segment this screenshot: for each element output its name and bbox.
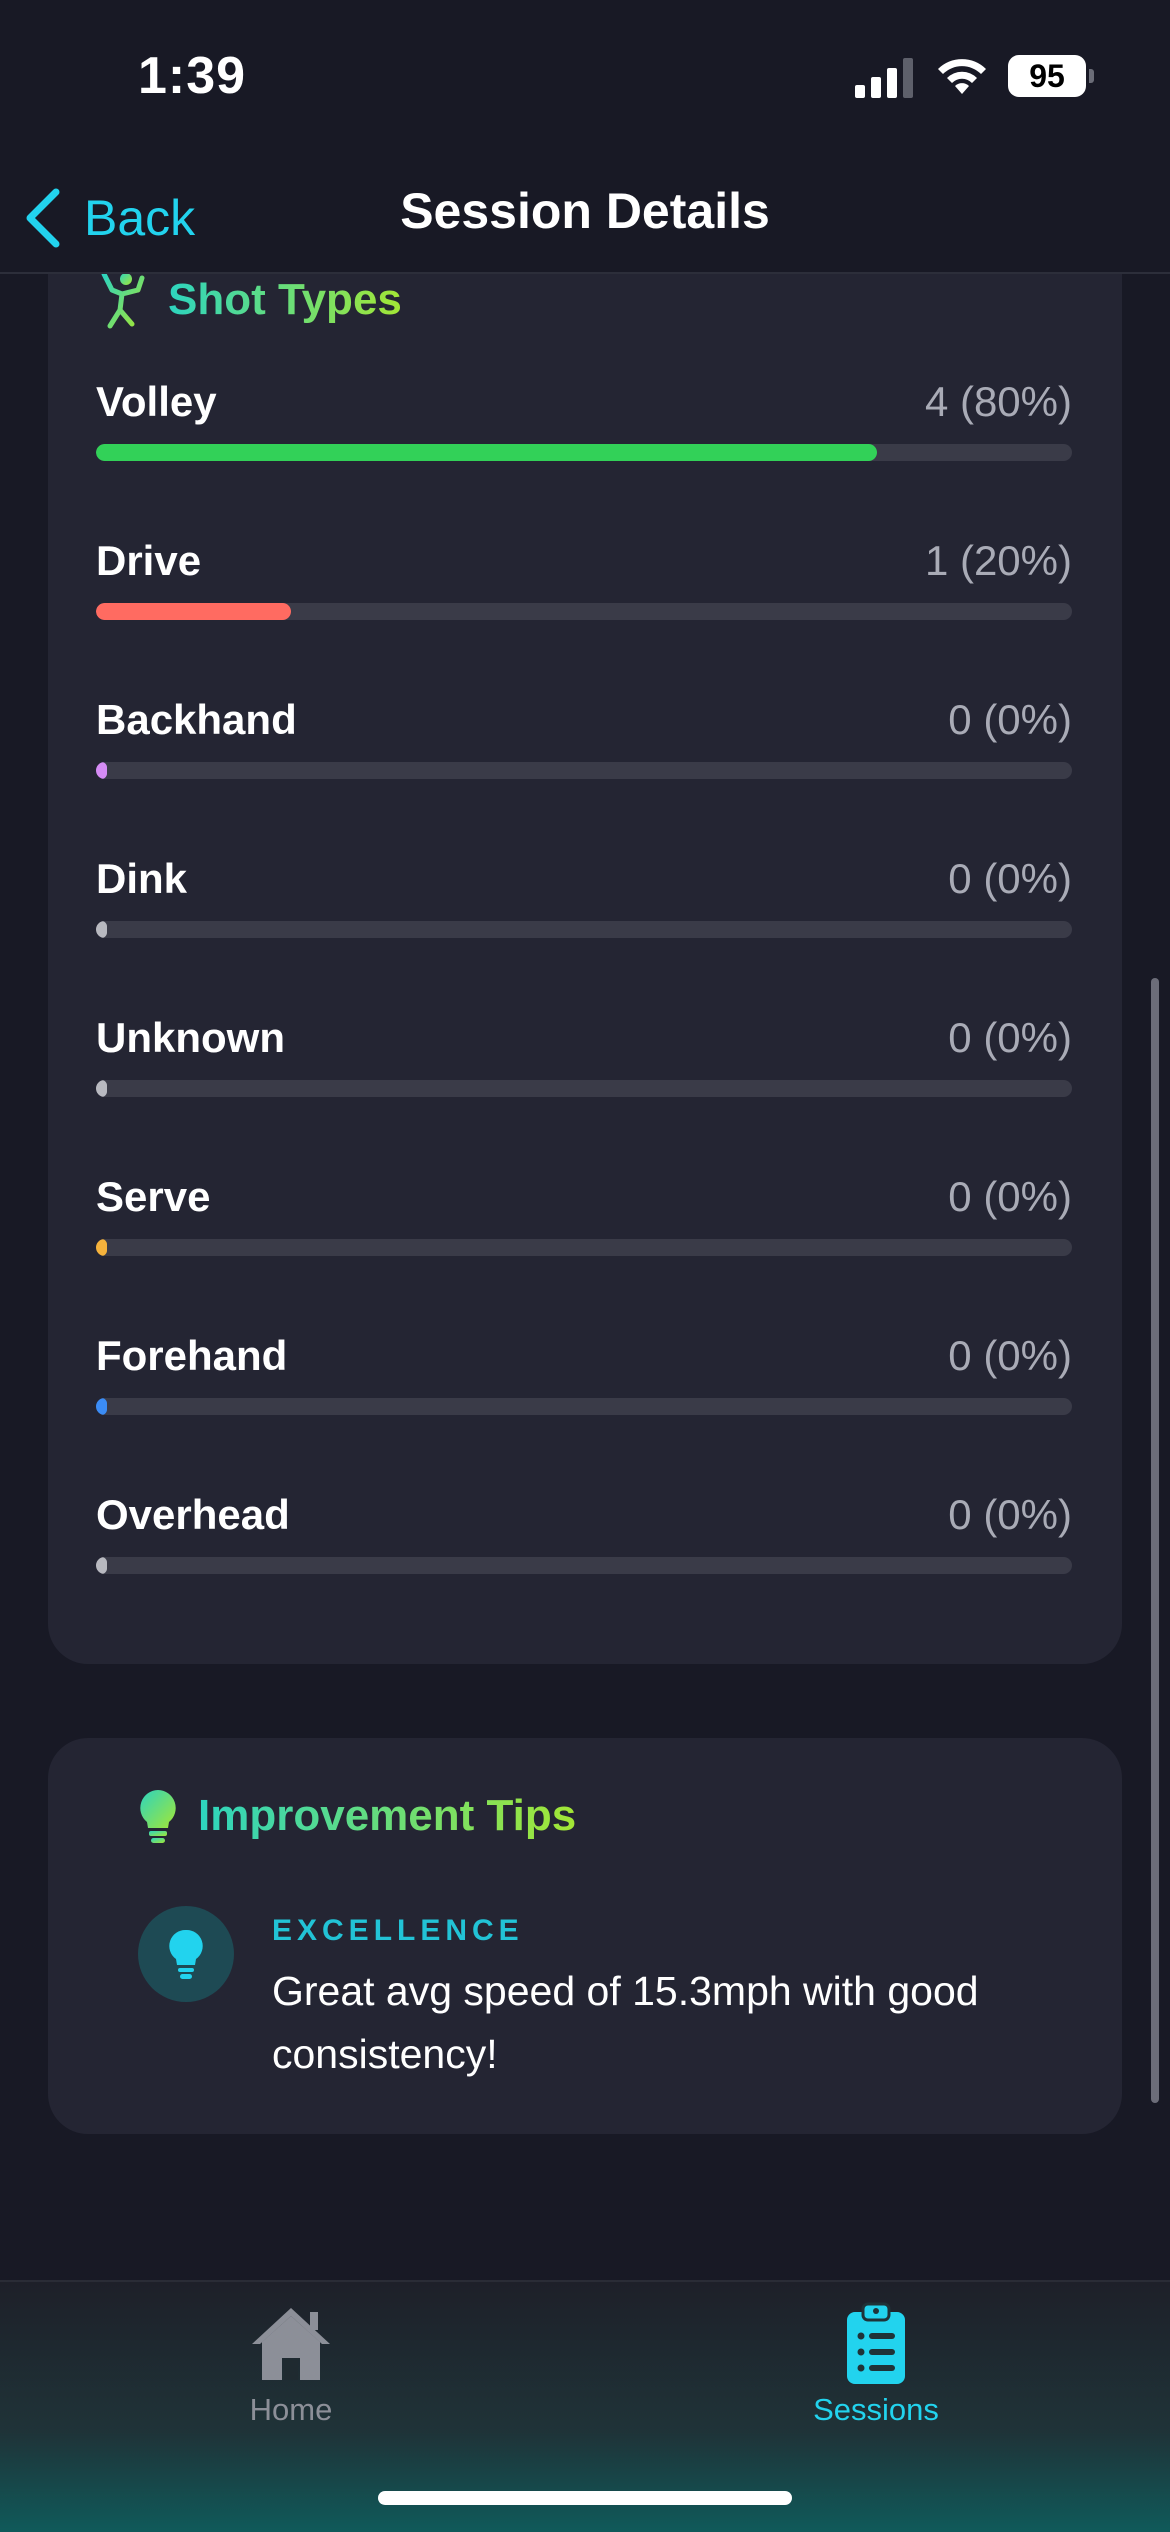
shot-value: 0 (0%): [948, 1173, 1072, 1220]
shot-progress-fill: [96, 444, 877, 461]
shot-row-drive: Drive 1 (20%): [96, 537, 1072, 637]
shot-progress-fill: [96, 603, 292, 620]
shot-progress-track: [96, 603, 1072, 620]
shot-label: Serve: [96, 1173, 211, 1220]
cellular-signal-icon: [855, 58, 913, 98]
battery-nub: [1089, 69, 1094, 83]
page-title: Session Details: [400, 183, 770, 239]
shot-row-dink: Dink 0 (0%): [96, 855, 1072, 955]
shot-label: Overhead: [96, 1491, 290, 1538]
lightbulb-icon: [169, 1929, 203, 1979]
tip-category: EXCELLENCE: [272, 1914, 524, 1947]
navigation-bar: Back Session Details: [0, 160, 1170, 274]
shot-progress-fill: [96, 1398, 107, 1415]
shot-progress-track: [96, 762, 1072, 779]
battery-indicator: 95: [1008, 55, 1094, 97]
tab-home[interactable]: Home: [181, 2302, 401, 2428]
shot-progress-track: [96, 444, 1072, 461]
session-details-content[interactable]: Shot Types Volley 4 (80%) Drive 1 (20%) …: [0, 274, 1170, 2280]
shot-progress-track: [96, 1398, 1072, 1415]
home-indicator[interactable]: [378, 2491, 792, 2505]
shot-label: Dink: [96, 855, 188, 902]
shot-progress-track: [96, 1239, 1072, 1256]
shot-label: Forehand: [96, 1332, 288, 1379]
shot-progress-fill: [96, 1239, 107, 1256]
player-icon: [101, 274, 145, 329]
improvement-tips-header: Improvement Tips: [138, 1788, 576, 1844]
shot-types-header: Shot Types: [98, 274, 402, 330]
shot-row-backhand: Backhand 0 (0%): [96, 696, 1072, 796]
shot-value: 0 (0%): [948, 1014, 1072, 1061]
shot-value: 0 (0%): [948, 1491, 1072, 1538]
wifi-icon: [938, 59, 986, 94]
shot-row-serve: Serve 0 (0%): [96, 1173, 1072, 1273]
shot-progress-fill: [96, 921, 107, 938]
shot-row-volley: Volley 4 (80%): [96, 378, 1072, 478]
shot-progress-fill: [96, 1557, 107, 1574]
tab-label: Sessions: [813, 2392, 939, 2427]
shot-progress-fill: [96, 1080, 107, 1097]
battery-level: 95: [1008, 55, 1086, 97]
shot-value: 0 (0%): [948, 696, 1072, 743]
shot-progress-track: [96, 921, 1072, 938]
tab-label: Home: [249, 2392, 333, 2427]
shot-label: Backhand: [96, 696, 297, 743]
shot-label: Volley: [96, 378, 217, 425]
home-icon: [252, 2308, 330, 2380]
shot-value: 0 (0%): [948, 1332, 1072, 1379]
shot-row-overhead: Overhead 0 (0%): [96, 1491, 1072, 1591]
shot-progress-fill: [96, 762, 107, 779]
shot-types-title: Shot Types: [168, 275, 402, 324]
shot-value: 4 (80%): [924, 378, 1072, 425]
shot-value: 1 (20%): [924, 537, 1072, 584]
improvement-tips-title: Improvement Tips: [198, 1791, 577, 1840]
shot-types-card: Shot Types Volley 4 (80%) Drive 1 (20%) …: [48, 274, 1122, 1664]
shot-row-forehand: Forehand 0 (0%): [96, 1332, 1072, 1432]
status-bar: 1:39 95: [0, 0, 1170, 160]
tab-sessions[interactable]: Sessions: [766, 2302, 986, 2428]
lightbulb-icon: [140, 1790, 176, 1843]
shot-row-unknown: Unknown 0 (0%): [96, 1014, 1072, 1114]
shot-progress-track: [96, 1080, 1072, 1097]
shot-label: Unknown: [96, 1014, 285, 1061]
status-time: 1:39: [138, 47, 247, 105]
tip-icon-badge: [138, 1906, 234, 2002]
tip-text: Great avg speed of 15.3mph with good con…: [272, 1968, 979, 2077]
shot-progress-track: [96, 1557, 1072, 1574]
improvement-tips-card: Improvement Tips EXCELLENCE Great avg sp…: [48, 1738, 1122, 2134]
scroll-indicator[interactable]: [1151, 978, 1159, 2103]
shot-value: 0 (0%): [948, 855, 1072, 902]
shot-label: Drive: [96, 537, 202, 584]
clipboard-list-icon: [847, 2302, 905, 2384]
